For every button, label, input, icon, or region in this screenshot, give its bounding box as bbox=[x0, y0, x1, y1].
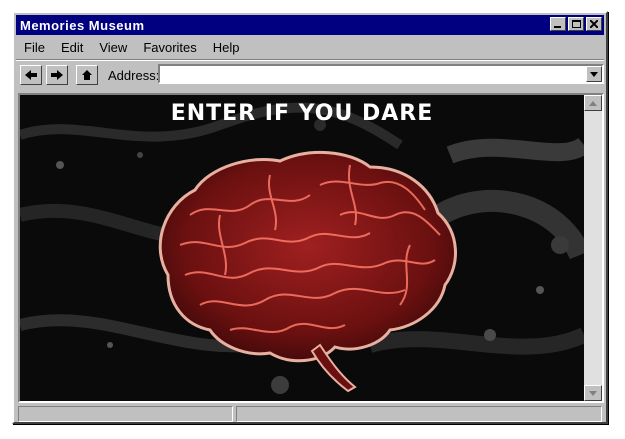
browser-window: Memories Museum File Edit View Favorites… bbox=[12, 11, 608, 424]
chevron-down-icon bbox=[590, 71, 598, 77]
close-icon bbox=[590, 20, 598, 28]
address-input[interactable] bbox=[160, 66, 586, 82]
chevron-down-icon bbox=[589, 390, 597, 396]
vertical-scrollbar[interactable] bbox=[584, 95, 602, 401]
status-panel-left bbox=[18, 406, 234, 422]
window-title: Memories Museum bbox=[20, 17, 145, 33]
address-label: Address: bbox=[108, 67, 160, 83]
address-dropdown-button[interactable] bbox=[586, 66, 602, 82]
menu-bar: File Edit View Favorites Help bbox=[16, 37, 604, 57]
forward-button[interactable] bbox=[46, 65, 68, 85]
arrow-left-icon bbox=[25, 70, 37, 80]
chevron-up-icon bbox=[589, 100, 597, 106]
page-content: ENTER IF YOU DARE bbox=[18, 93, 604, 403]
status-panel-right bbox=[236, 406, 602, 422]
window-controls bbox=[550, 17, 602, 31]
background-art bbox=[20, 95, 584, 401]
menu-file[interactable]: File bbox=[16, 40, 53, 55]
arrow-right-icon bbox=[51, 70, 63, 80]
back-button[interactable] bbox=[20, 65, 42, 85]
minimize-button[interactable] bbox=[550, 17, 566, 31]
menu-edit[interactable]: Edit bbox=[53, 40, 91, 55]
menu-help[interactable]: Help bbox=[205, 40, 248, 55]
menu-view[interactable]: View bbox=[91, 40, 135, 55]
page-headline: ENTER IF YOU DARE bbox=[170, 101, 434, 126]
maximize-icon bbox=[571, 20, 581, 28]
page-viewport: ENTER IF YOU DARE bbox=[20, 95, 584, 401]
home-icon bbox=[82, 70, 92, 80]
home-button[interactable] bbox=[76, 65, 98, 85]
scroll-up-button[interactable] bbox=[584, 95, 602, 111]
toolbar: Address: bbox=[16, 61, 604, 89]
title-bar: Memories Museum bbox=[16, 15, 604, 35]
close-button[interactable] bbox=[586, 17, 602, 31]
status-bar bbox=[18, 406, 602, 422]
address-bar[interactable] bbox=[158, 64, 604, 84]
menu-favorites[interactable]: Favorites bbox=[135, 40, 204, 55]
minimize-icon bbox=[554, 26, 561, 28]
scroll-down-button[interactable] bbox=[584, 385, 602, 401]
maximize-button[interactable] bbox=[568, 17, 584, 31]
